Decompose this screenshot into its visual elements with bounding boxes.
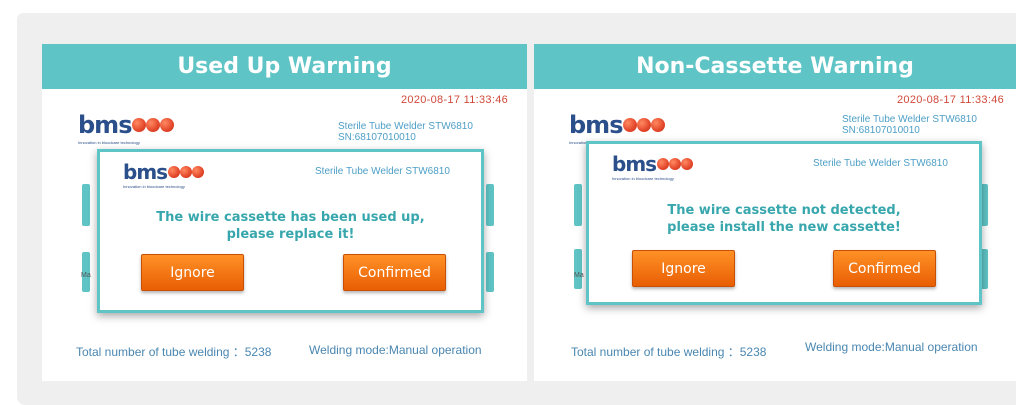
- bms-logo: bms: [78, 113, 175, 137]
- bms-logo: bms: [569, 113, 666, 137]
- panel-title: Used Up Warning: [42, 44, 527, 89]
- background-button-label: Ma: [574, 272, 584, 279]
- warning-message: The wire cassette has been used up, plea…: [100, 209, 481, 243]
- device-screen: 2020-08-17 11:33:46 bms Innovation in bl…: [534, 89, 1016, 381]
- warning-message-line: The wire cassette not detected,: [667, 203, 901, 218]
- dialog-device-title: Sterile Tube Welder STW6810: [813, 158, 948, 169]
- bms-logo: bms: [123, 162, 205, 182]
- background-button-edge: [82, 184, 90, 226]
- panel-title: Non-Cassette Warning: [534, 44, 1016, 89]
- background-button-edge: [574, 249, 582, 289]
- used-up-warning-panel: Used Up Warning 2020-08-17 11:33:46 bms …: [42, 44, 527, 381]
- confirm-button[interactable]: Confirmed: [833, 250, 936, 287]
- background-button-edge: [486, 252, 494, 292]
- datetime: 2020-08-17 11:33:46: [897, 94, 1005, 106]
- device-title: Sterile Tube Welder STW6810 SN:681070100…: [842, 114, 977, 136]
- warning-message-line: The wire cassette has been used up,: [156, 210, 425, 225]
- background-button-label: Ma: [81, 272, 91, 279]
- dialog-device-title: Sterile Tube Welder STW6810: [315, 166, 450, 177]
- warning-dialog: bms Innovation in bloodcare technology S…: [97, 149, 484, 313]
- bms-logo: bms: [612, 154, 694, 174]
- confirm-button[interactable]: Confirmed: [343, 254, 446, 291]
- non-cassette-warning-panel: Non-Cassette Warning 2020-08-17 11:33:46…: [534, 44, 1016, 381]
- welding-mode: Welding mode:Manual operation: [805, 340, 978, 354]
- logo-tagline: Innovation in bloodcare technology: [612, 176, 674, 181]
- total-welding-count: Total number of tube welding ：5238: [76, 345, 272, 359]
- warning-message-line: please replace it!: [226, 227, 355, 242]
- logo-tagline: Innovation in bloodcare technology: [78, 140, 140, 145]
- serial-number: SN:68107010010: [842, 125, 920, 136]
- device-name: Sterile Tube Welder STW6810: [338, 121, 473, 132]
- background-button-edge: [486, 184, 494, 226]
- welding-mode: Welding mode:Manual operation: [309, 343, 482, 357]
- device-name: Sterile Tube Welder STW6810: [842, 114, 977, 125]
- logo-tagline: Innovation in bloodcare technology: [123, 184, 185, 189]
- datetime: 2020-08-17 11:33:46: [401, 94, 509, 106]
- warning-message-line: please install the new cassette!: [667, 220, 901, 235]
- device-screen: 2020-08-17 11:33:46 bms Innovation in bl…: [42, 89, 527, 381]
- serial-number: SN:68107010010: [338, 132, 416, 143]
- background-button-edge: [574, 184, 582, 226]
- warning-message: The wire cassette not detected, please i…: [589, 202, 979, 236]
- total-welding-count: Total number of tube welding ：5238: [571, 345, 767, 359]
- warning-dialog: bms Innovation in bloodcare technology S…: [586, 141, 982, 305]
- ignore-button[interactable]: Ignore: [141, 254, 244, 291]
- ignore-button[interactable]: Ignore: [632, 250, 735, 287]
- device-title: Sterile Tube Welder STW6810 SN:681070100…: [338, 121, 473, 143]
